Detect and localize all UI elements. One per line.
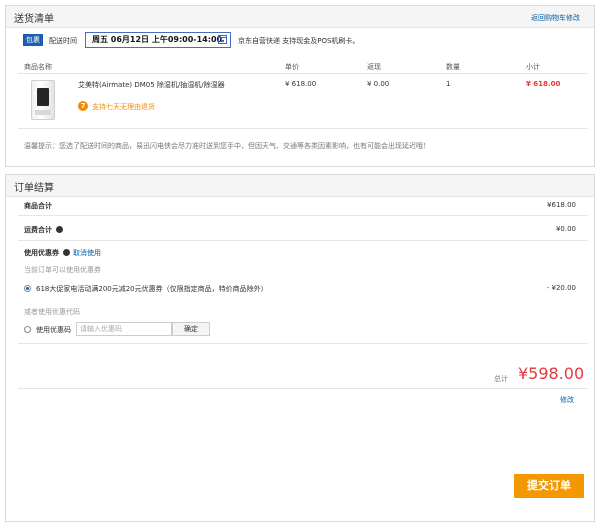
return-policy-text: 支持七天无理由退货 <box>92 103 155 111</box>
modify-link[interactable]: 修改 <box>560 395 574 405</box>
confirm-coupon-button[interactable]: 确定 <box>172 322 210 336</box>
package-badge: 包裹 <box>23 34 43 46</box>
freight-value: ¥0.00 <box>555 225 576 233</box>
freight-divider <box>18 240 588 241</box>
table-header-divider <box>18 73 588 74</box>
goods-total-divider <box>18 215 588 216</box>
submit-order-button[interactable]: 提交订单 <box>514 474 584 498</box>
use-coupon-code-label[interactable]: 使用优惠码 <box>36 325 71 335</box>
cancel-coupon-link[interactable]: 取消使用 <box>73 248 101 258</box>
coupon-hint: 当前订单可以使用优惠券 <box>24 266 101 274</box>
seven-day-return-icon: 7 <box>78 101 88 111</box>
settlement-panel-header: 订单结算 <box>6 175 594 197</box>
freight-expand-icon[interactable] <box>56 225 64 233</box>
settlement-panel: 订单结算 <box>5 174 595 522</box>
coupon-collapse-icon[interactable] <box>63 248 71 256</box>
coupon-discount-value: - ¥20.00 <box>546 284 576 292</box>
col-header-subtotal: 小计 <box>526 63 540 71</box>
product-price: ¥ 618.00 <box>285 80 317 88</box>
product-qty: 1 <box>446 80 451 88</box>
delivery-date-value: 周五 06月12日 上午09:00-14:00 <box>92 35 223 44</box>
total-divider <box>18 388 588 389</box>
goods-total-value: ¥618.00 <box>547 201 576 209</box>
col-header-qty: 数量 <box>446 63 460 71</box>
delivery-time-label: 配送时间 <box>49 37 77 45</box>
coupon-divider <box>18 343 588 344</box>
settlement-title: 订单结算 <box>14 183 54 194</box>
col-header-name: 商品名称 <box>24 63 52 71</box>
coupon-code-input[interactable] <box>76 322 172 336</box>
coupon-option-radio[interactable] <box>24 285 31 292</box>
delivery-title: 送货清单 <box>14 14 54 25</box>
use-coupon-code-radio[interactable] <box>24 326 31 333</box>
coupon-code-hint: 或者使用优惠代码 <box>24 308 80 316</box>
coupon-label: 使用优惠券 <box>24 249 59 257</box>
col-header-cashback: 返现 <box>367 63 381 71</box>
product-subtotal: ¥ 618.00 <box>526 80 561 88</box>
item-divider <box>18 128 588 129</box>
delivery-date-selector[interactable]: 周五 06月12日 上午09:00-14:00 <box>85 32 231 48</box>
back-to-cart-link[interactable]: 返回购物车修改 <box>531 13 580 23</box>
total-label: 总计 <box>494 375 508 383</box>
freight-toggle[interactable]: 运费合计 <box>24 225 64 235</box>
product-image[interactable] <box>31 80 55 120</box>
freight-label: 运费合计 <box>24 226 52 234</box>
col-header-price: 单价 <box>285 63 299 71</box>
calendar-icon[interactable] <box>218 35 227 44</box>
goods-total-label: 商品合计 <box>24 202 52 210</box>
product-name[interactable]: 艾美特(Airmate) DM05 除湿机/抽湿机/除湿器 <box>78 80 225 90</box>
total-value: ¥598.00 <box>518 364 585 383</box>
delivery-panel-header: 送货清单 返回购物车修改 <box>6 6 594 28</box>
product-cashback: ¥ 0.00 <box>367 80 390 88</box>
shipping-note: 京东自营快递 支持现金及POS机刷卡。 <box>238 37 360 45</box>
coupon-option-text[interactable]: 618大促家电活动满200元减20元优惠券（仅限指定商品，特价商品除外） <box>36 284 268 294</box>
coupon-toggle[interactable]: 使用优惠券 <box>24 248 71 258</box>
delivery-tip: 温馨提示：您选了配送时间的商品，易迅闪电侠会尽力准时送到您手中，但因天气、交通等… <box>24 142 430 150</box>
